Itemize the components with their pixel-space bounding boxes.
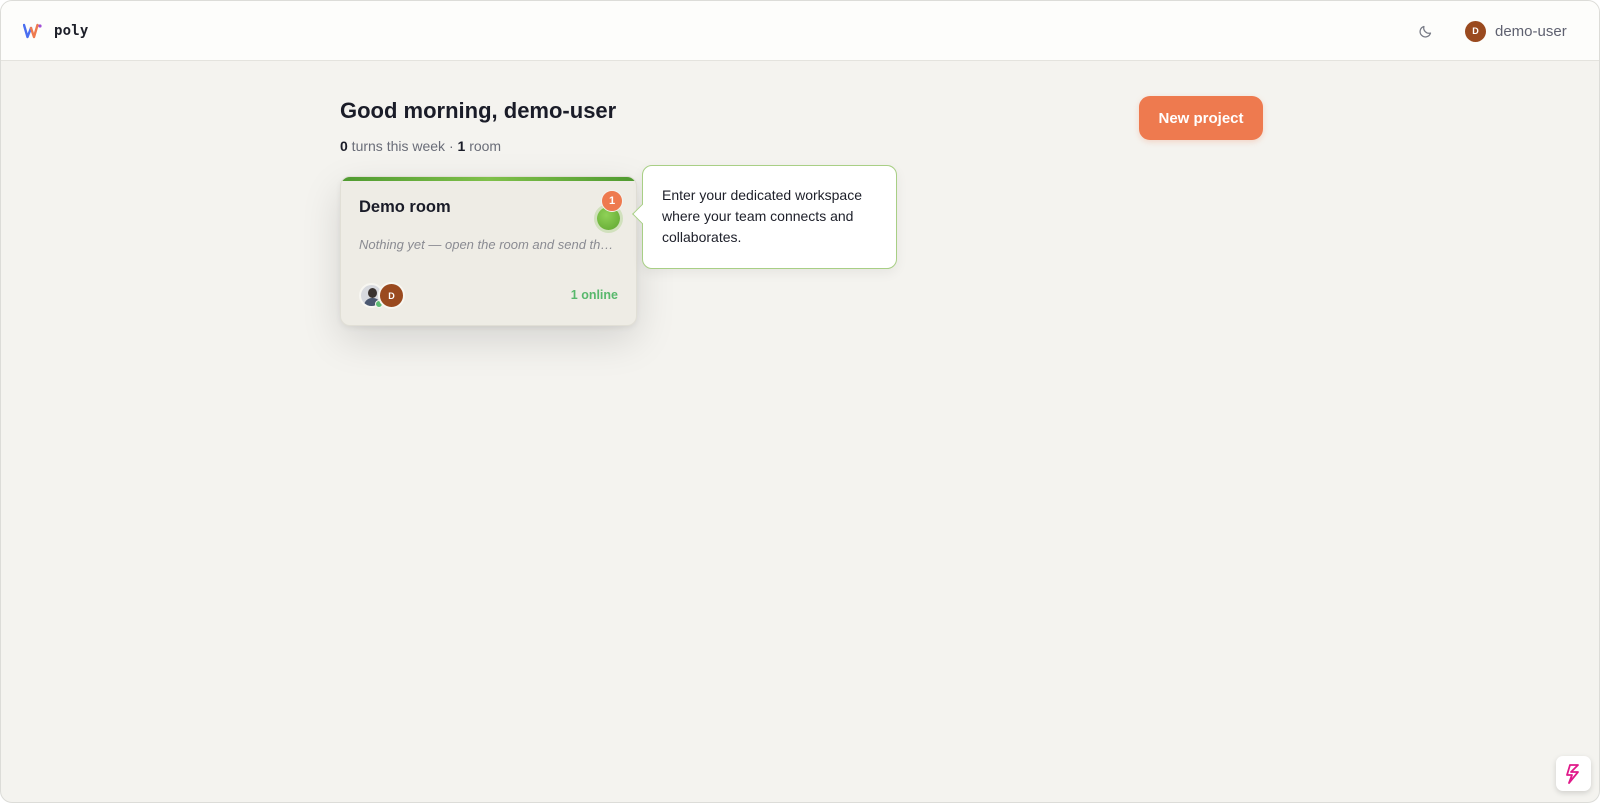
user-menu[interactable]: D demo-user	[1465, 20, 1567, 42]
room-last-message-preview: Nothing yet — open the room and send the…	[359, 237, 617, 252]
activity-stats: 0 turns this week · 1 room	[340, 138, 501, 154]
room-card-accent-bar	[341, 177, 636, 181]
rooms-label: room	[465, 138, 502, 154]
top-bar: poly D demo-user	[1, 1, 1599, 61]
page-title: Good morning, demo-user	[340, 98, 617, 123]
online-count: 1 online	[570, 288, 618, 302]
member-initial-avatar: D	[378, 282, 405, 309]
tooltip-text: Enter your dedicated workspace where you…	[662, 187, 862, 245]
room-title: Demo room	[359, 198, 451, 216]
corner-widget-button[interactable]	[1556, 756, 1591, 791]
theme-toggle-button[interactable]	[1415, 21, 1435, 41]
avatar: D	[1465, 20, 1486, 42]
room-member-avatars: D	[359, 281, 415, 309]
app-window: poly D demo-user Good morning, demo-user…	[0, 0, 1600, 803]
new-project-button[interactable]: New project	[1139, 96, 1263, 140]
turns-count: 0	[340, 138, 348, 154]
brand[interactable]: poly	[23, 20, 89, 42]
brand-name: poly	[54, 23, 89, 39]
room-card[interactable]: Demo room Nothing yet — open the room an…	[340, 176, 637, 326]
onboarding-tooltip: Enter your dedicated workspace where you…	[632, 165, 897, 269]
stats-separator: ·	[445, 138, 458, 154]
poly-logo-icon	[23, 23, 42, 39]
moon-icon	[1418, 25, 1431, 38]
onboarding-step-badge: 1	[601, 190, 623, 212]
user-name: demo-user	[1495, 22, 1567, 40]
lightning-widget-icon	[1565, 763, 1579, 784]
turns-label: turns this week	[347, 138, 446, 154]
